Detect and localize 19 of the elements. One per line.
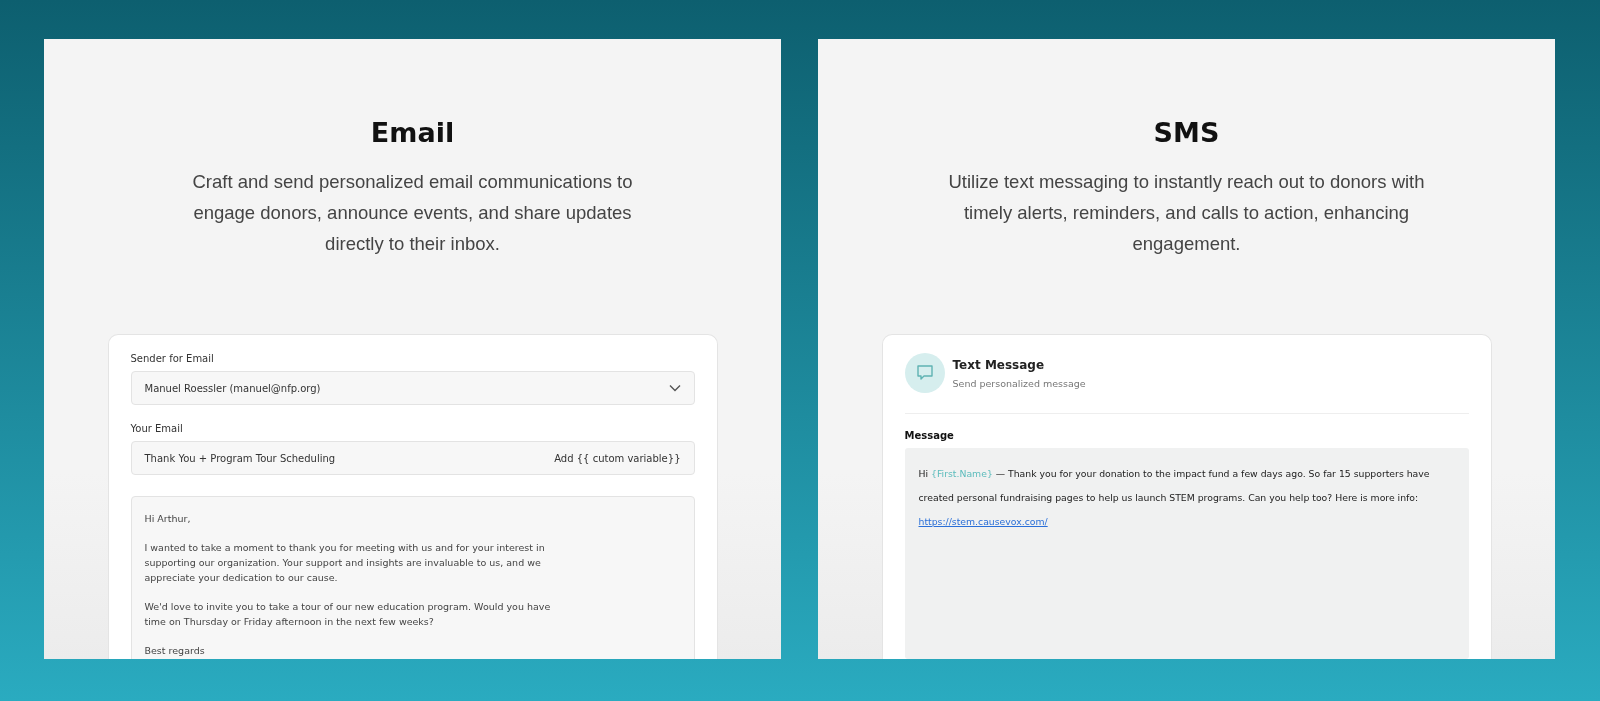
section-title: Email — [370, 117, 455, 148]
message-text: Hi {First.Name} — Thank you for your donation to the impact fund a few days ago. So far 15 supporters have created personal fundraising pages to help us launch STEM programs. Can you help too? Here is more info: https://stem.causevox.com/ — [918, 467, 1431, 529]
add-variable-link[interactable]: Add {{ cutom variable}} — [554, 452, 681, 464]
field-label: Message — [904, 430, 955, 441]
chat-bubble-icon — [904, 353, 945, 393]
section-description: Utilize text messaging to instantly reach out to donors with timely alerts, reminders, and calls to action, enhancing engagement. — [947, 170, 1426, 256]
chevron-down-icon — [668, 384, 681, 392]
field-label: Your Email — [130, 423, 184, 434]
sender-select[interactable]: Manuel Roessler (manuel@nfp.org) — [130, 371, 695, 405]
message-field[interactable] — [904, 448, 1469, 659]
subject-field[interactable]: Thank You + Program Tour Scheduling Add {{ cutom variable}} — [130, 441, 695, 475]
email-body-field[interactable]: Hi Arthur, I wanted to take a moment to thank you for meeting with us and for your interest in supporting our organization. Your support and insights are invaluable to us, and we appreciate your dedication to our cause. We'd love to invite you to take a tour of our new education program. Would you have time on Thursday or Friday afternoon in the next few weeks? Best regards — [130, 496, 695, 659]
field-label: Sender for Email — [130, 353, 215, 364]
message-link[interactable]: https://stem.causevox.com/ — [918, 516, 1048, 527]
card-title: Text Message — [952, 357, 1046, 372]
section-title: SMS — [1153, 117, 1220, 148]
card-subtitle: Send personalized message — [952, 377, 1086, 389]
section-description: Craft and send personalized email communications to engage donors, announce events, and share updates directly to their inbox. — [191, 170, 634, 256]
subject-text: Thank You + Program Tour Scheduling — [144, 452, 336, 464]
